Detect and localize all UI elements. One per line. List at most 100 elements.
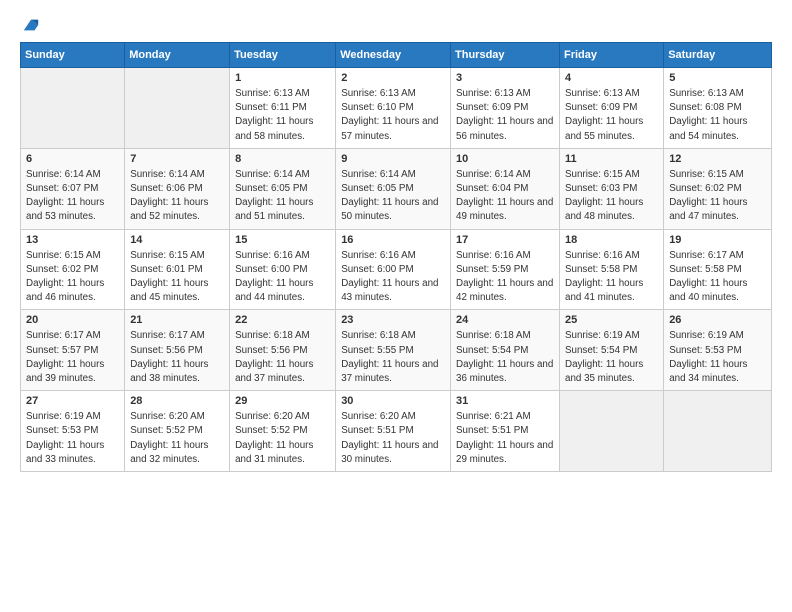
cell-details: Sunrise: 6:19 AMSunset: 5:53 PMDaylight:… xyxy=(26,410,119,467)
cell-details: Sunrise: 6:13 AMSunset: 6:09 PMDaylight:… xyxy=(565,87,658,144)
cell-details: Sunrise: 6:18 AMSunset: 5:55 PMDaylight:… xyxy=(341,329,445,386)
day-number: 6 xyxy=(26,153,119,165)
cell-details: Sunrise: 6:17 AMSunset: 5:56 PMDaylight:… xyxy=(130,329,224,386)
calendar-cell: 30 Sunrise: 6:20 AMSunset: 5:51 PMDayligh… xyxy=(336,391,451,472)
day-number: 3 xyxy=(456,72,554,84)
day-number: 25 xyxy=(565,314,658,326)
day-header-thursday: Thursday xyxy=(451,43,560,68)
cell-details: Sunrise: 6:13 AMSunset: 6:08 PMDaylight:… xyxy=(669,87,766,144)
day-number: 27 xyxy=(26,395,119,407)
header-row: SundayMondayTuesdayWednesdayThursdayFrid… xyxy=(21,43,772,68)
cell-details: Sunrise: 6:17 AMSunset: 5:57 PMDaylight:… xyxy=(26,329,119,386)
cell-details: Sunrise: 6:21 AMSunset: 5:51 PMDaylight:… xyxy=(456,410,554,467)
cell-details: Sunrise: 6:14 AMSunset: 6:06 PMDaylight:… xyxy=(130,168,224,225)
cell-details: Sunrise: 6:15 AMSunset: 6:02 PMDaylight:… xyxy=(26,249,119,306)
cell-details: Sunrise: 6:19 AMSunset: 5:54 PMDaylight:… xyxy=(565,329,658,386)
calendar-cell: 1 Sunrise: 6:13 AMSunset: 6:11 PMDaylight… xyxy=(230,68,336,149)
calendar-cell: 15 Sunrise: 6:16 AMSunset: 6:00 PMDayligh… xyxy=(230,229,336,310)
day-number: 7 xyxy=(130,153,224,165)
cell-details: Sunrise: 6:15 AMSunset: 6:01 PMDaylight:… xyxy=(130,249,224,306)
calendar-cell: 13 Sunrise: 6:15 AMSunset: 6:02 PMDayligh… xyxy=(21,229,125,310)
cell-details: Sunrise: 6:14 AMSunset: 6:07 PMDaylight:… xyxy=(26,168,119,225)
calendar-cell: 16 Sunrise: 6:16 AMSunset: 6:00 PMDayligh… xyxy=(336,229,451,310)
day-number: 2 xyxy=(341,72,445,84)
week-row-3: 13 Sunrise: 6:15 AMSunset: 6:02 PMDayligh… xyxy=(21,229,772,310)
week-row-4: 20 Sunrise: 6:17 AMSunset: 5:57 PMDayligh… xyxy=(21,310,772,391)
cell-details: Sunrise: 6:14 AMSunset: 6:05 PMDaylight:… xyxy=(341,168,445,225)
day-number: 29 xyxy=(235,395,330,407)
cell-details: Sunrise: 6:14 AMSunset: 6:04 PMDaylight:… xyxy=(456,168,554,225)
week-row-1: 1 Sunrise: 6:13 AMSunset: 6:11 PMDaylight… xyxy=(21,68,772,149)
calendar-cell: 6 Sunrise: 6:14 AMSunset: 6:07 PMDaylight… xyxy=(21,148,125,229)
day-number: 24 xyxy=(456,314,554,326)
calendar-table: SundayMondayTuesdayWednesdayThursdayFrid… xyxy=(20,42,772,472)
logo xyxy=(20,16,40,30)
day-header-sunday: Sunday xyxy=(21,43,125,68)
calendar-cell xyxy=(560,391,664,472)
calendar-cell: 17Sunrise: 6:16 AMSunset: 5:59 PMDayligh… xyxy=(451,229,560,310)
day-number: 28 xyxy=(130,395,224,407)
day-number: 16 xyxy=(341,234,445,246)
day-number: 18 xyxy=(565,234,658,246)
cell-details: Sunrise: 6:15 AMSunset: 6:03 PMDaylight:… xyxy=(565,168,658,225)
cell-details: Sunrise: 6:18 AMSunset: 5:54 PMDaylight:… xyxy=(456,329,554,386)
day-number: 12 xyxy=(669,153,766,165)
calendar-cell: 9 Sunrise: 6:14 AMSunset: 6:05 PMDaylight… xyxy=(336,148,451,229)
day-number: 14 xyxy=(130,234,224,246)
day-number: 22 xyxy=(235,314,330,326)
cell-details: Sunrise: 6:16 AMSunset: 5:58 PMDaylight:… xyxy=(565,249,658,306)
logo-icon xyxy=(22,16,40,34)
day-number: 21 xyxy=(130,314,224,326)
calendar-cell: 21 Sunrise: 6:17 AMSunset: 5:56 PMDayligh… xyxy=(125,310,230,391)
cell-details: Sunrise: 6:16 AMSunset: 5:59 PMDaylight:… xyxy=(456,249,554,306)
cell-details: Sunrise: 6:16 AMSunset: 6:00 PMDaylight:… xyxy=(341,249,445,306)
calendar-cell: 3 Sunrise: 6:13 AMSunset: 6:09 PMDaylight… xyxy=(451,68,560,149)
cell-details: Sunrise: 6:13 AMSunset: 6:09 PMDaylight:… xyxy=(456,87,554,144)
calendar-cell: 11Sunrise: 6:15 AMSunset: 6:03 PMDayligh… xyxy=(560,148,664,229)
day-header-friday: Friday xyxy=(560,43,664,68)
day-header-wednesday: Wednesday xyxy=(336,43,451,68)
cell-details: Sunrise: 6:16 AMSunset: 6:00 PMDaylight:… xyxy=(235,249,330,306)
week-row-5: 27 Sunrise: 6:19 AMSunset: 5:53 PMDayligh… xyxy=(21,391,772,472)
header xyxy=(20,16,772,30)
calendar-cell: 7 Sunrise: 6:14 AMSunset: 6:06 PMDaylight… xyxy=(125,148,230,229)
cell-details: Sunrise: 6:20 AMSunset: 5:52 PMDaylight:… xyxy=(130,410,224,467)
cell-details: Sunrise: 6:15 AMSunset: 6:02 PMDaylight:… xyxy=(669,168,766,225)
calendar-cell xyxy=(664,391,772,472)
cell-details: Sunrise: 6:20 AMSunset: 5:51 PMDaylight:… xyxy=(341,410,445,467)
day-number: 19 xyxy=(669,234,766,246)
cell-details: Sunrise: 6:13 AMSunset: 6:10 PMDaylight:… xyxy=(341,87,445,144)
cell-details: Sunrise: 6:14 AMSunset: 6:05 PMDaylight:… xyxy=(235,168,330,225)
cell-details: Sunrise: 6:13 AMSunset: 6:11 PMDaylight:… xyxy=(235,87,330,144)
day-header-saturday: Saturday xyxy=(664,43,772,68)
day-number: 9 xyxy=(341,153,445,165)
day-header-tuesday: Tuesday xyxy=(230,43,336,68)
calendar-cell: 23Sunrise: 6:18 AMSunset: 5:55 PMDayligh… xyxy=(336,310,451,391)
calendar-cell: 20 Sunrise: 6:17 AMSunset: 5:57 PMDayligh… xyxy=(21,310,125,391)
calendar-cell: 24 Sunrise: 6:18 AMSunset: 5:54 PMDayligh… xyxy=(451,310,560,391)
cell-details: Sunrise: 6:19 AMSunset: 5:53 PMDaylight:… xyxy=(669,329,766,386)
calendar-cell: 12 Sunrise: 6:15 AMSunset: 6:02 PMDayligh… xyxy=(664,148,772,229)
day-number: 15 xyxy=(235,234,330,246)
day-number: 10 xyxy=(456,153,554,165)
day-number: 4 xyxy=(565,72,658,84)
calendar-cell: 25 Sunrise: 6:19 AMSunset: 5:54 PMDayligh… xyxy=(560,310,664,391)
cell-details: Sunrise: 6:18 AMSunset: 5:56 PMDaylight:… xyxy=(235,329,330,386)
calendar-cell: 31Sunrise: 6:21 AMSunset: 5:51 PMDayligh… xyxy=(451,391,560,472)
calendar-cell: 2 Sunrise: 6:13 AMSunset: 6:10 PMDaylight… xyxy=(336,68,451,149)
calendar-cell: 10 Sunrise: 6:14 AMSunset: 6:04 PMDayligh… xyxy=(451,148,560,229)
calendar-cell: 5 Sunrise: 6:13 AMSunset: 6:08 PMDaylight… xyxy=(664,68,772,149)
day-number: 13 xyxy=(26,234,119,246)
calendar-cell xyxy=(21,68,125,149)
day-number: 26 xyxy=(669,314,766,326)
day-number: 30 xyxy=(341,395,445,407)
calendar-cell: 8Sunrise: 6:14 AMSunset: 6:05 PMDaylight… xyxy=(230,148,336,229)
cell-details: Sunrise: 6:17 AMSunset: 5:58 PMDaylight:… xyxy=(669,249,766,306)
day-number: 1 xyxy=(235,72,330,84)
calendar-cell: 4 Sunrise: 6:13 AMSunset: 6:09 PMDaylight… xyxy=(560,68,664,149)
day-number: 5 xyxy=(669,72,766,84)
calendar-cell: 19 Sunrise: 6:17 AMSunset: 5:58 PMDayligh… xyxy=(664,229,772,310)
day-number: 20 xyxy=(26,314,119,326)
calendar-cell: 27 Sunrise: 6:19 AMSunset: 5:53 PMDayligh… xyxy=(21,391,125,472)
calendar-cell: 14 Sunrise: 6:15 AMSunset: 6:01 PMDayligh… xyxy=(125,229,230,310)
